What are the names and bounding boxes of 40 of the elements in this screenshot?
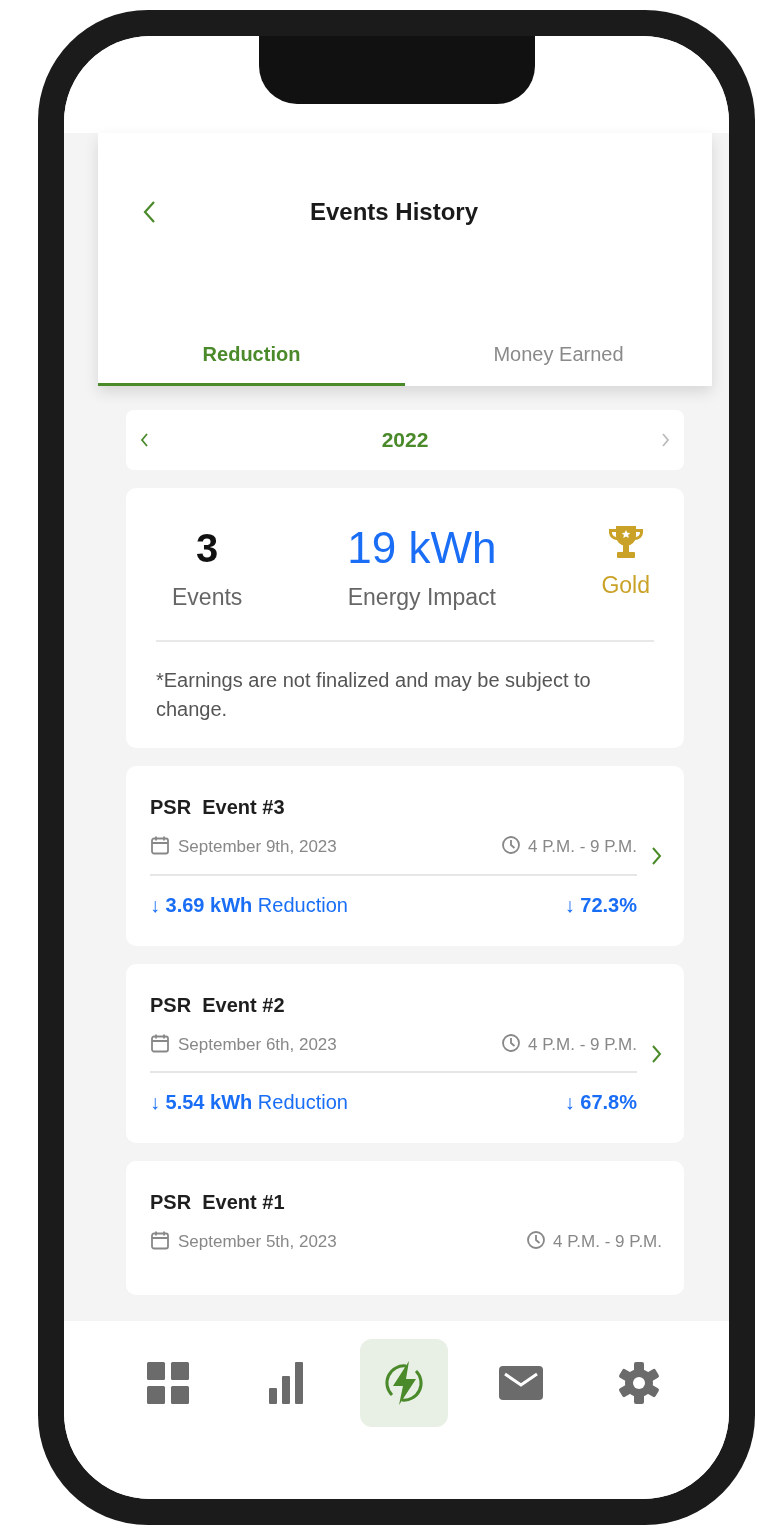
nav-tab[interactable] [359,1339,448,1427]
event-time: 4 P.M. - 9 P.M. [553,1232,662,1252]
grid-icon [147,1362,189,1404]
clock-icon [501,835,521,856]
trophy-icon [606,523,645,560]
mail-icon [499,1366,544,1400]
badge-label: Gold [601,570,650,600]
settings-icon [617,1361,661,1405]
reduction-text: ↓ 5.54 kWh Reduction [150,1090,348,1116]
events-count: 3 [195,524,220,572]
calendar-icon [150,835,170,856]
event-date: September 5th, 2023 [178,1232,337,1252]
chevron-right-icon [651,1043,662,1064]
reduction-percent: ↓ 72.3% [564,892,637,918]
back-icon[interactable] [142,200,156,224]
event-title: PSR Event #2 [150,992,286,1018]
event-time: 4 P.M. - 9 P.M. [528,837,637,857]
calendar-icon [150,1230,170,1251]
event-date: September 9th, 2023 [178,837,337,857]
chevron-right-icon [651,846,662,867]
reduction-percent: ↓ 67.8% [564,1090,637,1116]
energy-label: Energy Impact [347,582,497,612]
disclaimer-note: *Earnings are not finalized and may be subject to change. [156,668,592,723]
event-title: PSR Event #3 [150,795,286,821]
event-card[interactable]: PSR Event #2 September 6th, 2023 4 P.M. - 9 P.M. ↓ 5.54 kWh Reduction ↓ 67.8% [126,963,684,1144]
event-card[interactable]: PSR Event #3 September 9th, 2023 4 P.M. - 9 P.M. ↓ 3.69 kWh Reduction ↓ 72.3% [126,766,684,946]
event-date: September 6th, 2023 [178,1034,337,1054]
event-card[interactable]: PSR Event #1 September 5th, 2023 4 P.M. - 9 P.M. [126,1161,684,1295]
event-time: 4 P.M. - 9 P.M. [528,1034,637,1054]
calendar-icon [150,1032,170,1053]
event-title: PSR Event #1 [150,1190,286,1216]
events-label: Events [172,582,243,612]
previous-icon[interactable] [140,431,149,448]
screen-title: Events History [308,197,480,227]
reduction-text: ↓ 3.69 kWh Reduction [150,892,348,918]
clock-icon [501,1032,521,1053]
energy-value: 19 kWh [347,523,497,572]
year-label: 2022 [381,427,429,453]
clock-icon [526,1230,546,1251]
tab[interactable]: Reduction [98,333,405,386]
